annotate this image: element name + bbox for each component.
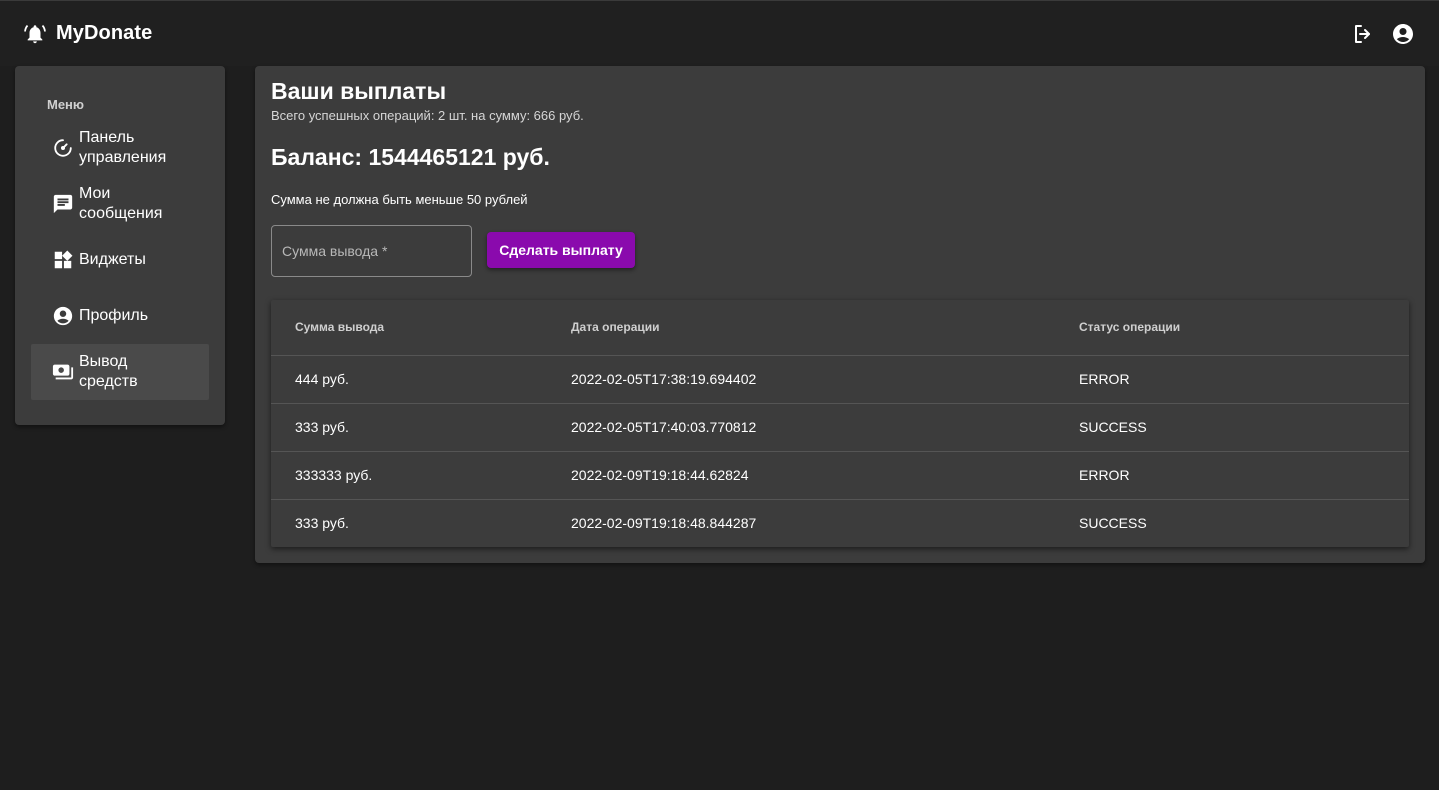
- sidebar-item-label: Вывод средств: [79, 353, 138, 390]
- page-title: Ваши выплаты: [271, 78, 447, 104]
- cell-amount: 333333 руб.: [271, 451, 547, 500]
- balance: Баланс: 1544465121 руб.: [271, 144, 550, 170]
- minimum-amount-note: Сумма не должна быть меньше 50 рублей: [271, 192, 528, 207]
- account-circle-icon: [52, 305, 74, 327]
- cell-status: SUCCESS: [1079, 515, 1147, 532]
- payouts-table: Сумма вывода Дата операции Статус операц…: [271, 300, 1409, 547]
- cell-amount: 333 руб.: [295, 515, 349, 532]
- amount-input[interactable]: [271, 225, 472, 277]
- payouts-panel: Ваши выплаты Всего успешных операций: 2 …: [255, 66, 1425, 563]
- table-header-row: Сумма вывода Дата операции Статус операц…: [271, 300, 1409, 356]
- widgets-icon: [52, 249, 74, 271]
- operations-summary: Всего успешных операций: 2 шт. на сумму:…: [271, 108, 584, 123]
- cell-status: ERROR: [1055, 355, 1409, 404]
- message-icon: [52, 193, 74, 215]
- table-row: 333 руб. 2022-02-09T19:18:48.844287 SUCC…: [271, 499, 1409, 547]
- cell-amount: 333 руб.: [271, 403, 547, 452]
- sidebar: Меню Панель управления Мои сообщения Вид…: [15, 66, 225, 425]
- column-header-amount[interactable]: Сумма вывода: [271, 300, 547, 356]
- app-title: MyDonate: [56, 22, 153, 44]
- cell-amount: 444 руб.: [271, 355, 547, 404]
- sidebar-item-label: Мои сообщения: [79, 185, 163, 222]
- sidebar-item-messages[interactable]: Мои сообщения: [31, 176, 209, 232]
- account-circle-icon[interactable]: [1391, 22, 1415, 46]
- column-header-date[interactable]: Дата операции: [547, 300, 1055, 356]
- cell-date: 2022-02-09T19:18:48.844287: [571, 515, 757, 532]
- app-bar: MyDonate: [0, 0, 1439, 66]
- cell-status: ERROR: [1055, 451, 1409, 500]
- sidebar-item-label: Панель управления: [79, 129, 167, 166]
- bell-icon: [24, 23, 46, 45]
- sidebar-title: Меню: [47, 97, 85, 112]
- make-payout-button[interactable]: Сделать выплату: [487, 232, 635, 268]
- sidebar-item-withdraw[interactable]: Вывод средств: [31, 344, 209, 400]
- cell-date: 2022-02-05T17:40:03.770812: [547, 403, 1055, 452]
- sidebar-item-widgets[interactable]: Виджеты: [31, 232, 209, 288]
- sidebar-item-label: Виджеты: [79, 251, 146, 268]
- cell-status: SUCCESS: [1055, 403, 1409, 452]
- table-row: 333 руб. 2022-02-05T17:40:03.770812 SUCC…: [271, 403, 1409, 452]
- payments-icon: [52, 361, 74, 383]
- column-header-status[interactable]: Статус операции: [1055, 300, 1409, 356]
- logout-icon[interactable]: [1351, 22, 1375, 46]
- table-row: 444 руб. 2022-02-05T17:38:19.694402 ERRO…: [271, 355, 1409, 404]
- sidebar-item-profile[interactable]: Профиль: [31, 288, 209, 344]
- appbar-actions: [1351, 22, 1415, 46]
- table-row: 333333 руб. 2022-02-09T19:18:44.62824 ER…: [271, 451, 1409, 500]
- speedometer-icon: [52, 137, 74, 159]
- sidebar-item-label: Профиль: [79, 307, 149, 324]
- cell-date: 2022-02-05T17:38:19.694402: [547, 355, 1055, 404]
- brand[interactable]: MyDonate: [24, 22, 152, 45]
- sidebar-item-dashboard[interactable]: Панель управления: [31, 120, 209, 176]
- cell-date: 2022-02-09T19:18:44.62824: [547, 451, 1055, 500]
